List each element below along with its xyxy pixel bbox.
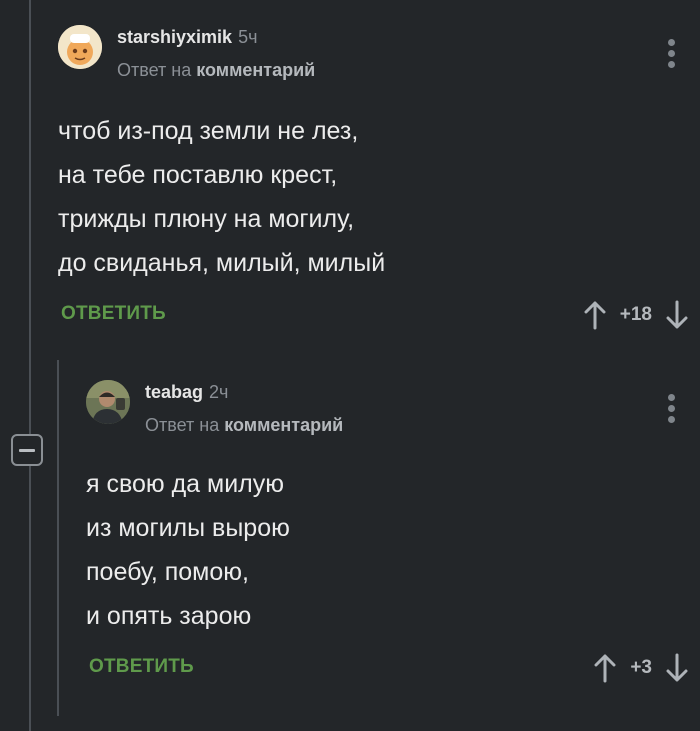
- comment-body: я свою да милую из могилы вырою поебу, п…: [86, 462, 688, 638]
- comment-footer: ОТВЕТИТЬ +18: [58, 295, 688, 335]
- vote-score: +3: [630, 657, 652, 678]
- photo-avatar-icon: [86, 380, 130, 424]
- comment-age: 5ч: [238, 27, 258, 47]
- comment-1: starshiyximik 5ч Ответ на комментарий чтоб…: [58, 25, 688, 335]
- arrow-up-icon[interactable]: [584, 300, 606, 330]
- comment-header: teabag 2ч Ответ на комментарий: [86, 380, 688, 436]
- reply-to-line: Ответ на комментарий: [117, 60, 315, 81]
- arrow-down-icon[interactable]: [666, 300, 688, 330]
- comment-line: и опять зарою: [86, 602, 252, 630]
- reply-prefix: Ответ на: [145, 415, 220, 435]
- comment-line: чтоб из-под земли не лез,: [58, 117, 359, 145]
- comment-line: я свою да милую: [86, 470, 285, 498]
- arrow-down-icon[interactable]: [666, 653, 688, 683]
- user-avatar[interactable]: [58, 25, 102, 69]
- comment-age: 2ч: [209, 382, 229, 402]
- thread-line: [29, 0, 31, 731]
- author-line: starshiyximik 5ч: [117, 27, 257, 48]
- cartoon-avatar-icon: [58, 25, 102, 69]
- more-vertical-icon[interactable]: [668, 39, 676, 68]
- username[interactable]: teabag: [145, 382, 203, 402]
- reply-prefix: Ответ на: [117, 60, 192, 80]
- vote-score: +18: [619, 304, 652, 325]
- comment-line: из могилы вырою: [86, 514, 290, 542]
- reply-button[interactable]: ОТВЕТИТЬ: [61, 303, 166, 325]
- comment-body: чтоб из-под земли не лез, на тебе постав…: [58, 109, 688, 285]
- comment-header: starshiyximik 5ч Ответ на комментарий: [58, 25, 688, 81]
- reply-button[interactable]: ОТВЕТИТЬ: [89, 656, 194, 678]
- username[interactable]: starshiyximik: [117, 27, 232, 47]
- parent-comment-link[interactable]: комментарий: [196, 60, 315, 80]
- comment-line: поебу, помою,: [86, 558, 249, 586]
- arrow-up-icon[interactable]: [594, 653, 616, 683]
- minus-collapse-icon[interactable]: [11, 434, 43, 466]
- vote-controls: +18: [584, 295, 688, 335]
- reply-thread-line: [57, 360, 59, 716]
- parent-comment-link[interactable]: комментарий: [224, 415, 343, 435]
- comment-footer: ОТВЕТИТЬ +3: [86, 648, 688, 688]
- author-line: teabag 2ч: [145, 382, 228, 403]
- comment-2: teabag 2ч Ответ на комментарий я свою да м…: [86, 380, 688, 688]
- vote-controls: +3: [594, 648, 688, 688]
- comment-line: на тебе поставлю крест,: [58, 161, 338, 189]
- comment-line: до свиданья, милый, милый: [58, 249, 386, 277]
- user-avatar[interactable]: [86, 380, 130, 424]
- more-vertical-icon[interactable]: [668, 394, 676, 423]
- reply-to-line: Ответ на комментарий: [145, 415, 343, 436]
- comment-line: трижды плюну на могилу,: [58, 205, 355, 233]
